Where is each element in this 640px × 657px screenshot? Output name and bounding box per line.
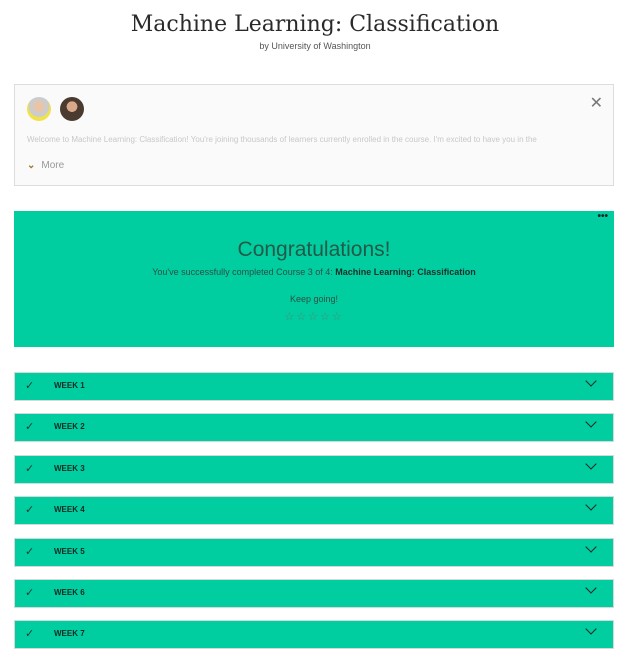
close-icon[interactable]: ✕ xyxy=(590,93,603,113)
rating-stars[interactable]: ☆☆☆☆☆ xyxy=(14,310,614,323)
week-3-row[interactable]: ✓ WEEK 3 xyxy=(14,455,614,484)
congrats-heading: Congratulations! xyxy=(237,238,391,261)
star-icon[interactable]: ☆ xyxy=(296,311,308,323)
welcome-text: Welcome to Machine Learning: Classificat… xyxy=(27,135,537,144)
week-2-row[interactable]: ✓ WEEK 2 xyxy=(14,413,614,442)
chevron-down-icon[interactable] xyxy=(585,416,597,428)
check-icon: ✓ xyxy=(25,463,35,475)
course-subtitle: by University of Washington xyxy=(259,41,371,51)
keep-going-text: Keep going! xyxy=(289,294,339,304)
check-icon: ✓ xyxy=(25,504,35,516)
week-7-row[interactable]: ✓ WEEK 7 xyxy=(14,620,614,649)
instructor-avatar[interactable] xyxy=(27,97,51,121)
check-icon: ✓ xyxy=(25,628,35,640)
course-title: Machine Learning: Classification xyxy=(130,12,500,37)
week-label: WEEK 3 xyxy=(54,464,85,473)
completion-line: You've successfully completed Course 3 o… xyxy=(14,267,614,277)
star-icon[interactable]: ☆ xyxy=(320,311,332,323)
chevron-down-icon[interactable] xyxy=(585,541,597,553)
chevron-down-icon[interactable] xyxy=(585,623,597,635)
check-icon: ✓ xyxy=(25,587,35,599)
week-label: WEEK 2 xyxy=(54,422,85,431)
more-options-icon[interactable]: ••• xyxy=(597,211,608,222)
star-icon[interactable]: ☆ xyxy=(332,311,344,323)
completed-course-name: Machine Learning: Classification xyxy=(335,267,476,277)
chevron-down-icon[interactable] xyxy=(585,499,597,511)
chevron-down-icon[interactable] xyxy=(585,458,597,470)
instructor-avatar[interactable] xyxy=(60,97,84,121)
week-5-row[interactable]: ✓ WEEK 5 xyxy=(14,538,614,567)
week-6-row[interactable]: ✓ WEEK 6 xyxy=(14,579,614,608)
welcome-panel: ✕ Welcome to Machine Learning: Classific… xyxy=(14,84,614,186)
week-1-row[interactable]: ✓ WEEK 1 xyxy=(14,372,614,401)
check-icon: ✓ xyxy=(25,421,35,433)
more-label: More xyxy=(41,160,65,171)
week-label: WEEK 6 xyxy=(54,588,85,597)
check-icon: ✓ xyxy=(25,546,35,558)
more-button[interactable]: ⌄ More xyxy=(27,160,64,171)
chevron-down-icon: ⌄ xyxy=(27,160,36,171)
chevron-down-icon[interactable] xyxy=(585,582,597,594)
week-label: WEEK 1 xyxy=(54,381,85,390)
week-label: WEEK 7 xyxy=(54,629,85,638)
check-icon: ✓ xyxy=(25,380,35,392)
completion-text: You've successfully completed Course 3 o… xyxy=(152,267,333,277)
chevron-down-icon[interactable] xyxy=(585,375,597,387)
week-label: WEEK 4 xyxy=(54,505,85,514)
congrats-banner: ••• Congratulations! You've successfully… xyxy=(14,211,614,347)
star-icon[interactable]: ☆ xyxy=(308,311,320,323)
week-label: WEEK 5 xyxy=(54,547,85,556)
week-4-row[interactable]: ✓ WEEK 4 xyxy=(14,496,614,525)
star-icon[interactable]: ☆ xyxy=(284,311,296,323)
